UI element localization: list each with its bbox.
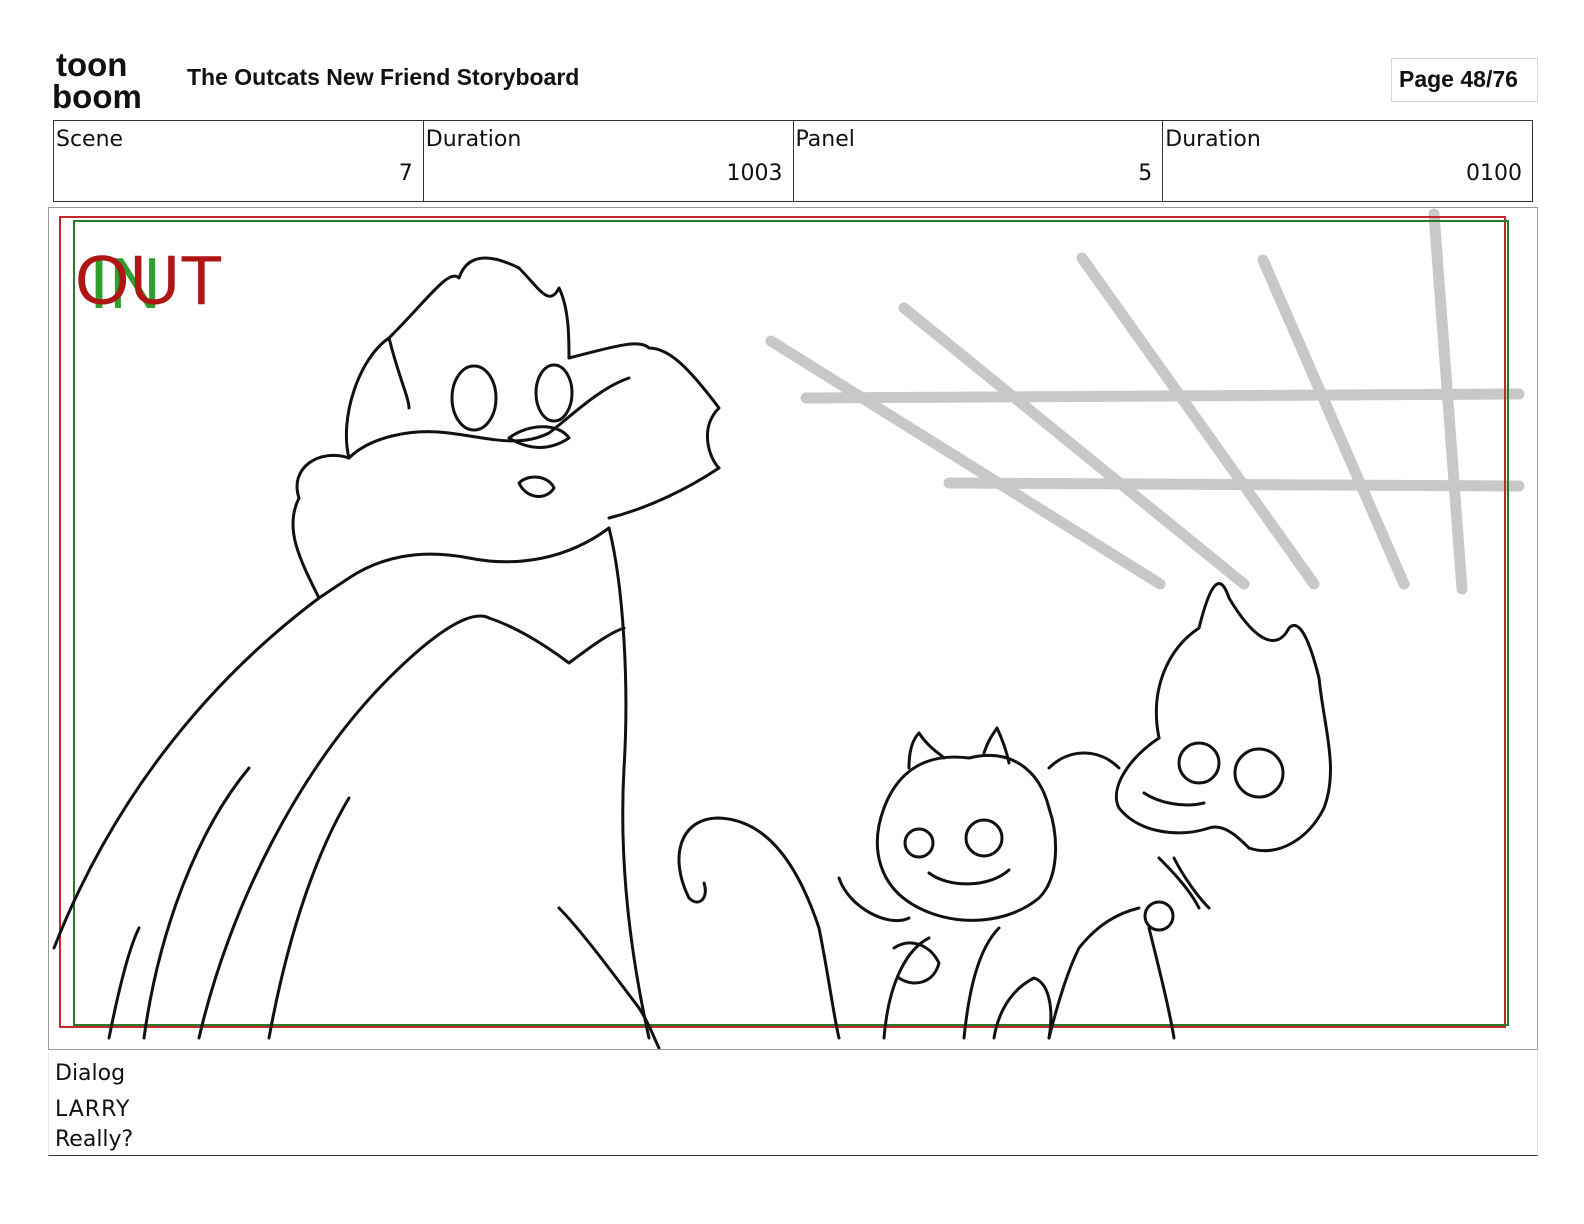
safe-frame-red [59, 216, 1506, 1028]
panel-duration-label: Duration [1165, 127, 1261, 152]
scene-value: 7 [398, 161, 413, 186]
dialog-label: Dialog [55, 1061, 126, 1086]
panel-drawing: IN OUT [52, 208, 1525, 1049]
out-marker: OUT [75, 241, 223, 319]
panel-label: Panel [795, 127, 855, 152]
background-sketch-lines [765, 208, 1525, 595]
panel-value: 5 [1138, 161, 1153, 186]
dialog-speaker: LARRY [55, 1097, 131, 1122]
dialog-section: Dialog LARRY Really? [48, 1053, 1538, 1156]
dialog-line: Really? [55, 1127, 134, 1152]
panel-duration-value: 0100 [1466, 161, 1522, 186]
scene-duration-value: 1003 [726, 161, 783, 186]
scene-cell: Scene 7 [54, 121, 424, 201]
scene-info-table: Scene 7 Duration 1003 Panel 5 Duration 0… [53, 120, 1533, 202]
scene-duration-label: Duration [425, 127, 522, 152]
toon-boom-logo: toon boom [52, 48, 142, 112]
small-cat-drawing [677, 726, 1058, 1040]
logo-text-bottom: boom [52, 78, 142, 112]
panel-duration-cell: Duration 0100 [1163, 121, 1532, 201]
document-title: The Outcats New Friend Storyboard [187, 64, 580, 90]
page-number: Page 48/76 [1399, 66, 1518, 92]
panel-cell: Panel 5 [794, 121, 1164, 201]
tall-cat-drawing [992, 582, 1332, 1040]
big-cat-drawing [52, 256, 721, 1049]
scene-duration-cell: Duration 1003 [424, 121, 794, 201]
scene-label: Scene [56, 127, 124, 152]
storyboard-panel: IN OUT [48, 207, 1538, 1050]
